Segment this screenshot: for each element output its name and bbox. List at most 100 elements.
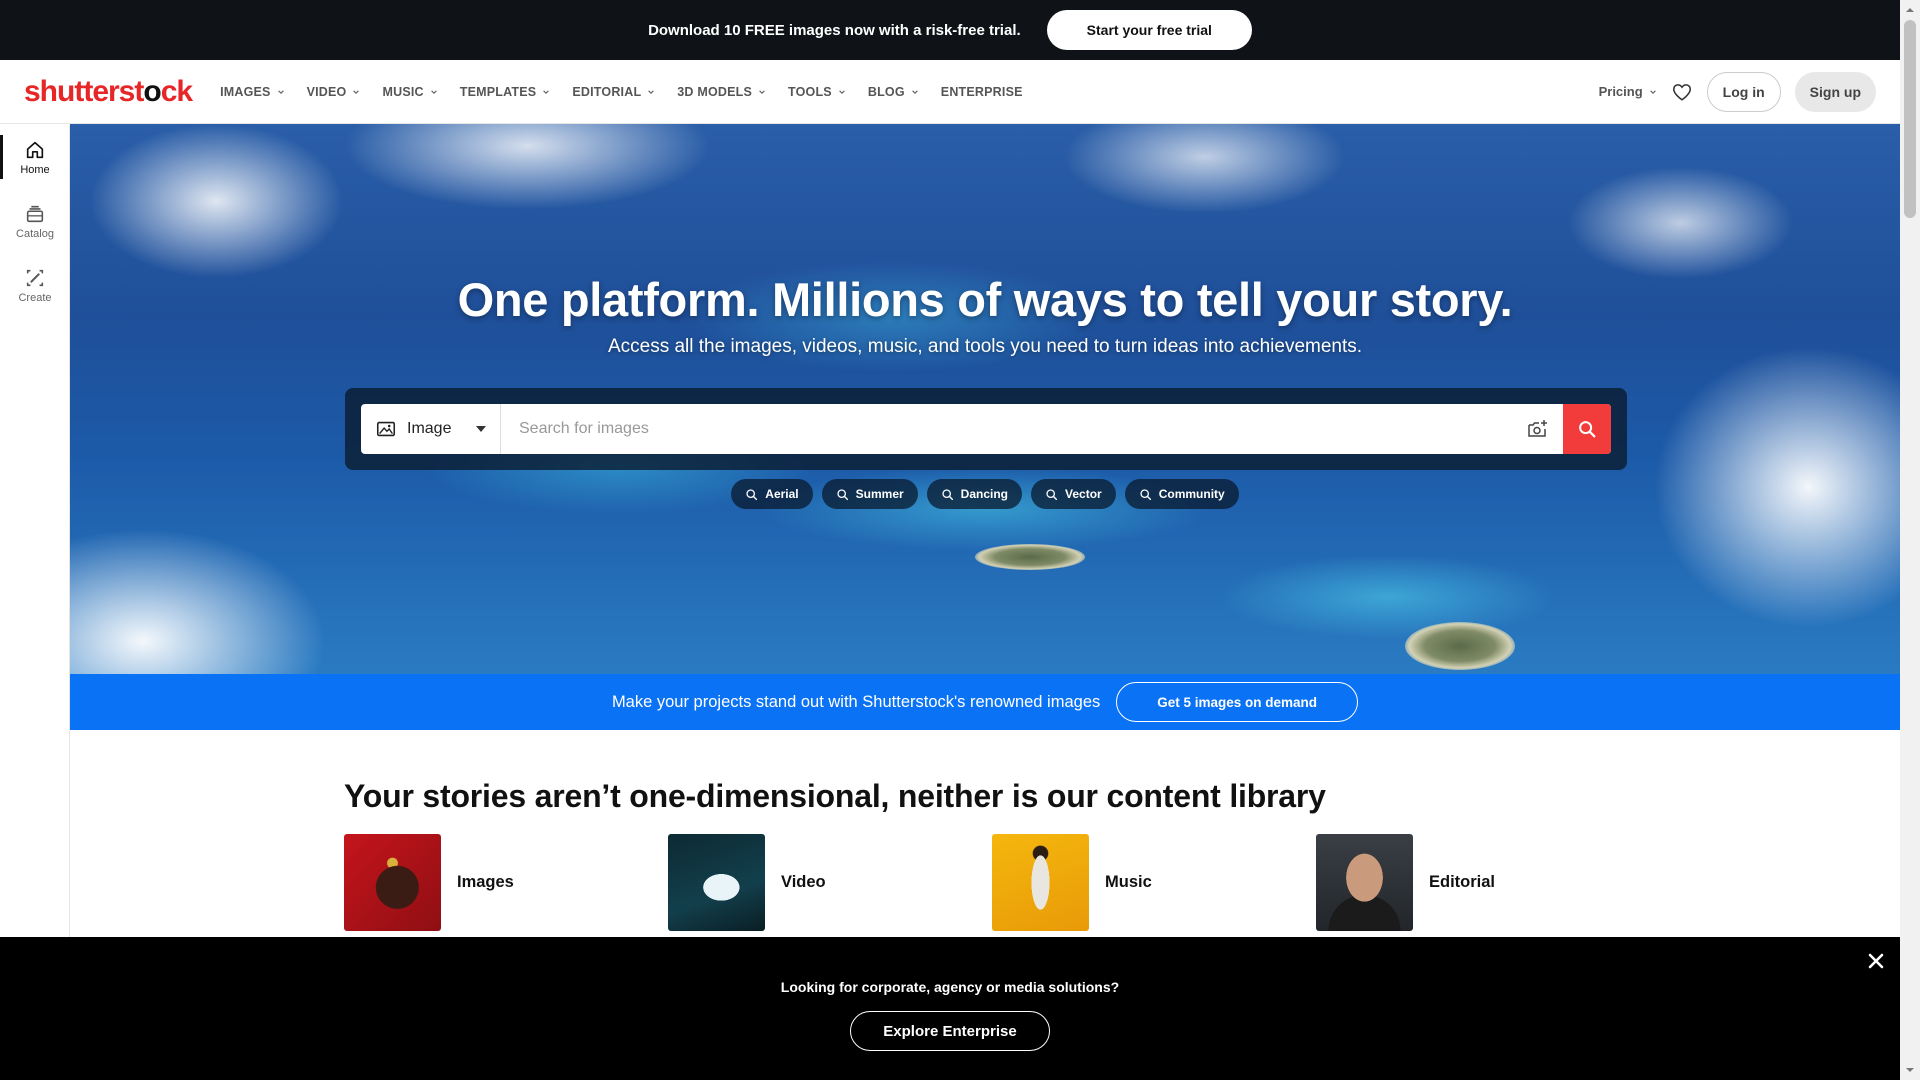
- shutterstock-logo[interactable]: shutterst o ck: [24, 74, 193, 109]
- banner-text: Make your projects stand out with Shutte…: [611, 692, 1101, 711]
- caret-down-icon: [476, 426, 486, 432]
- chip-label: Dancing: [960, 487, 1009, 501]
- editorial-thumbnail: [1316, 834, 1413, 931]
- card-music[interactable]: Music: [992, 834, 1316, 931]
- nav-music[interactable]: MUSIC: [382, 85, 437, 99]
- heart-icon[interactable]: [1671, 81, 1693, 103]
- hero-title: One platform. Millions of ways to tell y…: [457, 273, 1513, 326]
- log-in-button[interactable]: Log in: [1706, 71, 1781, 112]
- nav-label: IMAGES: [220, 84, 271, 99]
- sign-up-button[interactable]: Sign up: [1794, 71, 1876, 112]
- nav-3d-models[interactable]: 3D MODELS: [677, 85, 766, 99]
- card-label: Music: [1105, 873, 1152, 891]
- site-header: shutterst o ck IMAGES VIDEO MUSIC TEMPLATE…: [0, 60, 1900, 124]
- search-icon: [942, 488, 953, 500]
- promo-bar: Download 10 FREE images now with a risk-…: [0, 0, 1900, 60]
- image-icon: [376, 421, 396, 437]
- chip-vector[interactable]: Vector: [1031, 479, 1116, 509]
- get-images-on-demand-button[interactable]: Get 5 images on demand: [1116, 682, 1359, 722]
- music-thumbnail: [992, 834, 1089, 931]
- search-input[interactable]: [501, 404, 1513, 454]
- promo-banner: Make your projects stand out with Shutte…: [70, 674, 1900, 730]
- scroll-up-arrow-icon[interactable]: [1900, 4, 1920, 16]
- chevron-down-icon: [648, 89, 655, 94]
- chevron-down-icon: [759, 89, 765, 94]
- images-thumbnail: [344, 834, 441, 931]
- close-icon[interactable]: [1866, 951, 1886, 971]
- search-type-select[interactable]: Image: [361, 404, 501, 454]
- scroll-down-arrow-icon[interactable]: [1900, 1064, 1920, 1076]
- catalog-icon: [26, 205, 44, 222]
- logo-text-o: o: [143, 74, 161, 108]
- card-video[interactable]: Video: [668, 834, 992, 931]
- nav-video[interactable]: VIDEO: [307, 85, 361, 99]
- chevron-down-icon: [543, 89, 550, 94]
- chip-label: Vector: [1065, 487, 1102, 501]
- nav-label: TEMPLATES: [459, 84, 537, 99]
- search-icon: [1046, 488, 1058, 500]
- nav-label: MUSIC: [382, 84, 424, 99]
- scrollbar-thumb[interactable]: [1904, 20, 1916, 218]
- pricing-label: Pricing: [1598, 84, 1643, 99]
- chevron-down-icon: [839, 89, 845, 94]
- card-images[interactable]: Images: [344, 834, 668, 931]
- search-by-image-button[interactable]: [1513, 404, 1563, 454]
- nav-label: VIDEO: [306, 84, 347, 99]
- video-thumbnail: [668, 834, 765, 931]
- header-actions: Pricing Log in Sign up: [1599, 71, 1876, 112]
- promo-text: Download 10 FREE images now with a risk-…: [648, 21, 1021, 39]
- nav-templates[interactable]: TEMPLATES: [460, 85, 551, 99]
- chip-community[interactable]: Community: [1124, 479, 1239, 509]
- hero-subtitle: Access all the images, videos, music, an…: [607, 336, 1363, 357]
- main-nav: IMAGES VIDEO MUSIC TEMPLATES EDITORIAL 3…: [220, 85, 1023, 99]
- enterprise-text: Looking for corporate, agency or media s…: [780, 979, 1120, 995]
- chevron-down-icon: [353, 89, 360, 94]
- card-label: Video: [781, 873, 826, 891]
- card-label: Editorial: [1429, 873, 1496, 891]
- content-library-title: Your stories aren’t one-dimensional, nei…: [344, 778, 1326, 814]
- nav-tools[interactable]: TOOLS: [788, 85, 846, 99]
- chip-label: Summer: [855, 487, 904, 501]
- nav-images[interactable]: IMAGES: [220, 85, 285, 99]
- search-button[interactable]: [1563, 404, 1611, 454]
- rail-item-home[interactable]: Home: [0, 125, 70, 189]
- chevron-down-icon: [277, 89, 284, 94]
- rail-label: Home: [20, 163, 50, 176]
- rail-item-create[interactable]: Create: [0, 253, 70, 317]
- pricing-menu[interactable]: Pricing: [1599, 84, 1657, 99]
- home-icon: [26, 141, 44, 158]
- rail-item-catalog[interactable]: Catalog: [0, 189, 70, 253]
- card-label: Images: [457, 873, 514, 891]
- camera-search-icon: [1528, 420, 1547, 437]
- nav-label: ENTERPRISE: [940, 84, 1023, 99]
- nav-editorial[interactable]: EDITORIAL: [572, 85, 655, 99]
- chevron-down-icon: [1649, 89, 1656, 94]
- island-image: [975, 544, 1085, 570]
- card-editorial[interactable]: Editorial: [1316, 834, 1640, 931]
- search-type-label: Image: [407, 420, 452, 437]
- nav-label: BLOG: [867, 84, 905, 99]
- search-icon: [1579, 421, 1596, 438]
- nav-label: EDITORIAL: [572, 84, 642, 99]
- rail-label: Create: [18, 291, 52, 304]
- chevron-down-icon: [430, 89, 437, 94]
- chip-dancing[interactable]: Dancing: [926, 479, 1023, 509]
- create-icon: [26, 269, 44, 286]
- chip-label: Aerial: [765, 487, 799, 501]
- content-type-cards: Images Video Music Editorial: [344, 834, 1640, 931]
- hero-section: One platform. Millions of ways to tell y…: [70, 124, 1900, 674]
- logo-text-part1: shutterst: [24, 74, 144, 108]
- chip-summer[interactable]: Summer: [821, 479, 918, 509]
- chip-label: Community: [1158, 487, 1225, 501]
- nav-label: 3D MODELS: [677, 84, 753, 99]
- island-image: [1405, 622, 1515, 670]
- logo-text-part2: ck: [160, 74, 193, 108]
- explore-enterprise-button[interactable]: Explore Enterprise: [850, 1011, 1050, 1051]
- start-free-trial-button[interactable]: Start your free trial: [1046, 10, 1252, 50]
- nav-blog[interactable]: BLOG: [868, 85, 919, 99]
- search-icon: [1140, 488, 1151, 500]
- rail-label: Catalog: [16, 227, 54, 240]
- chip-aerial[interactable]: Aerial: [731, 479, 813, 509]
- nav-enterprise[interactable]: ENTERPRISE: [941, 85, 1023, 99]
- page-scrollbar[interactable]: [1900, 0, 1920, 1080]
